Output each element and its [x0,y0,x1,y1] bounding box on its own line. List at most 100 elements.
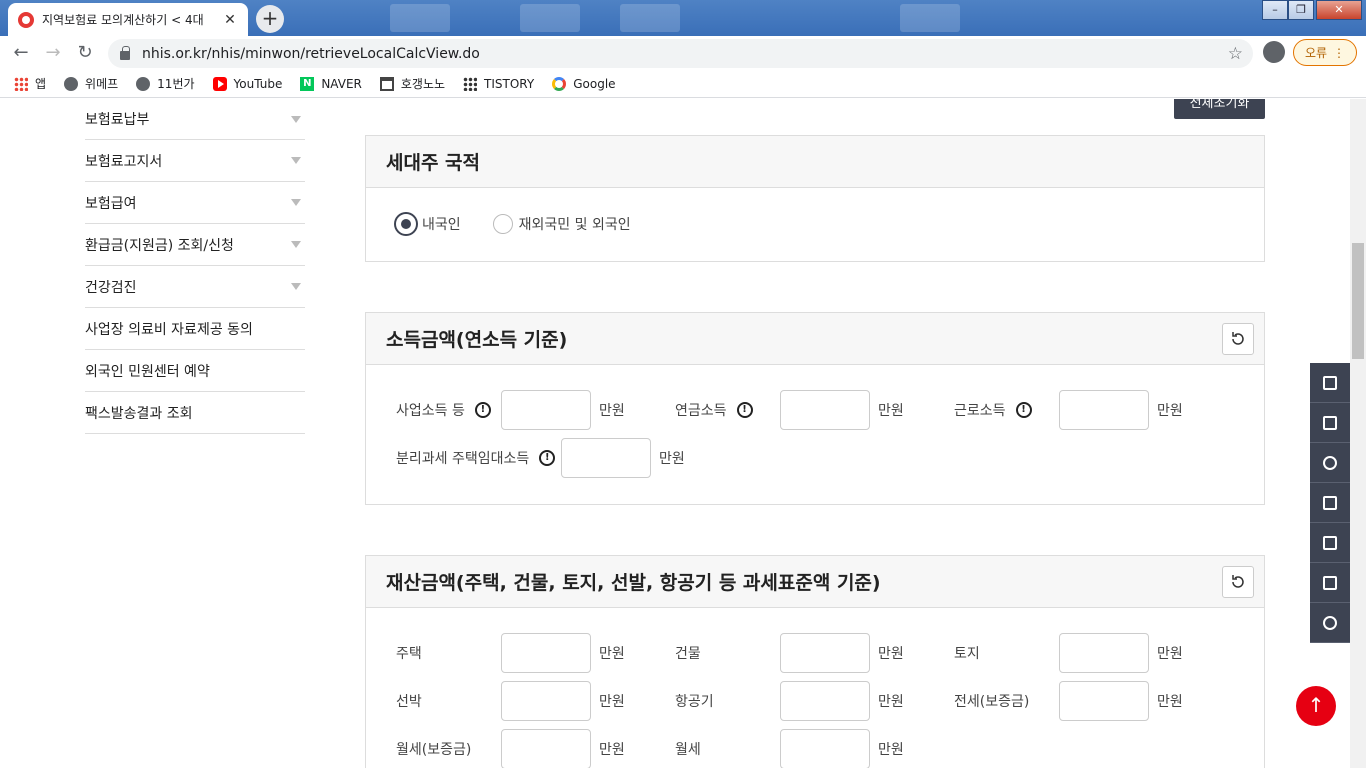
back-button[interactable]: ← [8,40,34,66]
minimize-button[interactable]: – [1262,0,1288,20]
tistory-icon [463,76,478,91]
nationality-radio[interactable]: 재외국민 및 외국인 [492,214,631,234]
info-icon[interactable]: ! [736,402,753,418]
bookmark-item[interactable]: 11번가 [136,75,195,92]
radio-label: 재외국민 및 외국인 [518,217,631,233]
bookmark-label: 호갱노노 [400,77,446,91]
quick-menu-button[interactable] [1310,563,1350,603]
bookmark-item[interactable]: Google [552,76,616,91]
quick-menu-button[interactable] [1310,363,1350,403]
amount-input[interactable] [1059,633,1149,673]
field-label: 사업소득 등 [396,403,465,419]
bookmark-label: YouTube [233,76,283,91]
bookmark-item[interactable]: 호갱노노 [379,75,446,92]
quick-menu-button[interactable] [1310,403,1350,443]
profile-avatar-icon[interactable] [1263,41,1285,63]
scrollbar-thumb[interactable] [1352,243,1364,359]
window-background [390,4,450,32]
new-tab-button[interactable]: + [256,5,284,33]
bookmark-label: NAVER [321,76,362,91]
unit-label: 만원 [599,403,625,419]
field-label: 월세 [675,742,701,758]
amount-input[interactable] [501,633,591,673]
property-reset-button[interactable] [1222,566,1254,598]
bookmark-star-icon[interactable]: ☆ [1228,44,1243,64]
input-field: 분리과세 주택임대소득! 만원 [396,438,685,478]
unit-label: 만원 [878,403,904,419]
maximize-button[interactable]: ❐ [1288,0,1314,20]
section-title: 세대주 국적 [386,152,481,174]
page-scrollbar[interactable] [1350,99,1366,768]
nationality-radio[interactable]: 내국인 [396,214,461,234]
sidebar-item[interactable]: 보험급여 [85,182,305,224]
tab-close-button[interactable]: ✕ [222,12,238,28]
nationality-panel: 세대주 국적 내국인 재외국민 및 외국인 [365,135,1265,262]
field-label: 항공기 [675,694,714,710]
sidebar-menu: 보험료납부 보험료고지서 보험급여환급금(지원금) 조회/신청건강검진 사업장 의료비… [85,99,305,434]
more-menu-icon: ⋮ [1333,45,1346,60]
quick-menu-button[interactable] [1310,603,1350,643]
sidebar-item[interactable]: 건강검진 [85,266,305,308]
field-label: 근로소득 [954,403,1006,419]
income-header: 소득금액(연소득 기준) [366,313,1264,365]
field-label: 선박 [396,694,422,710]
amount-input[interactable] [1059,681,1149,721]
sidebar-item[interactable]: 환급금(지원금) 조회/신청 [85,224,305,266]
field-label: 건물 [675,646,701,662]
address-bar[interactable]: nhis.or.kr/nhis/minwon/retrieveLocalCalc… [108,39,1253,68]
sidebar-item[interactable]: 보험료고지서 [85,140,305,182]
field-label: 전세(보증금) [954,694,1030,710]
info-icon[interactable]: ! [474,402,491,418]
bookmark-label: TISTORY [484,76,535,91]
sidebar-item[interactable]: 외국인 민원센터 예약 [85,350,305,392]
bookmark-label: 11번가 [157,77,195,91]
bookmark-item[interactable]: 앱 [14,75,46,92]
apps-grid-icon [14,76,28,91]
chevron-down-icon [291,241,301,248]
nhis-favicon-icon [18,11,34,28]
sidebar-item[interactable]: 사업장 의료비 자료제공 동의 [85,308,305,350]
nationality-radio-group: 내국인 재외국민 및 외국인 [366,188,1264,234]
amount-input[interactable] [780,633,870,673]
unit-label: 만원 [599,646,625,662]
amount-input[interactable] [780,729,870,768]
scroll-to-top-button[interactable]: ↑ [1296,686,1336,726]
radio-button-icon[interactable] [396,214,416,234]
sidebar-item[interactable]: 팩스발송결과 조회 [85,392,305,434]
bookmark-item[interactable]: TISTORY [463,76,535,91]
page-content: 보험료납부 보험료고지서 보험급여환급금(지원금) 조회/신청건강검진 사업장 의료비… [0,99,1350,768]
bookmark-item[interactable]: YouTube [212,76,283,91]
radio-button-icon[interactable] [492,214,513,234]
amount-input[interactable] [501,390,591,430]
reset-all-button[interactable]: 전체초기화 [1174,99,1265,119]
bookmark-item[interactable]: N NAVER [300,76,362,91]
input-field: 사업소득 등! 만원 [396,390,666,430]
forward-button[interactable]: → [40,40,66,66]
browser-toolbar: ← → ↻ nhis.or.kr/nhis/minwon/retrieveLoc… [0,36,1366,70]
amount-input[interactable] [561,438,651,478]
input-field: 주택 만원 [396,633,666,673]
sidebar-item-label: 환급금(지원금) 조회/신청 [85,237,234,254]
lock-icon [1323,495,1337,510]
info-icon[interactable]: ! [1015,402,1032,418]
quick-menu-button[interactable] [1310,483,1350,523]
amount-input[interactable] [780,681,870,721]
amount-input[interactable] [780,390,870,430]
browser-tab[interactable]: 지역보험료 모의계산하기 < 4대 ✕ [8,3,248,36]
reload-button[interactable]: ↻ [72,40,98,66]
error-button[interactable]: 오류 ⋮ [1293,39,1357,66]
nationality-title: 세대주 국적 [366,136,1264,188]
info-icon[interactable]: ! [539,450,556,466]
sidebar-item[interactable]: 보험료납부 [85,99,305,140]
url-text: nhis.or.kr/nhis/minwon/retrieveLocalCalc… [142,45,480,62]
window-close-button[interactable]: ✕ [1316,0,1362,20]
amount-input[interactable] [501,729,591,768]
income-reset-button[interactable] [1222,323,1254,355]
bookmark-item[interactable]: 위메프 [64,75,118,92]
unit-label: 만원 [659,451,685,467]
quick-menu-button[interactable] [1310,523,1350,563]
amount-input[interactable] [501,681,591,721]
section-title: 재산금액(주택, 건물, 토지, 선발, 항공기 등 과세표준액 기준) [386,572,881,594]
amount-input[interactable] [1059,390,1149,430]
quick-menu-button[interactable] [1310,443,1350,483]
